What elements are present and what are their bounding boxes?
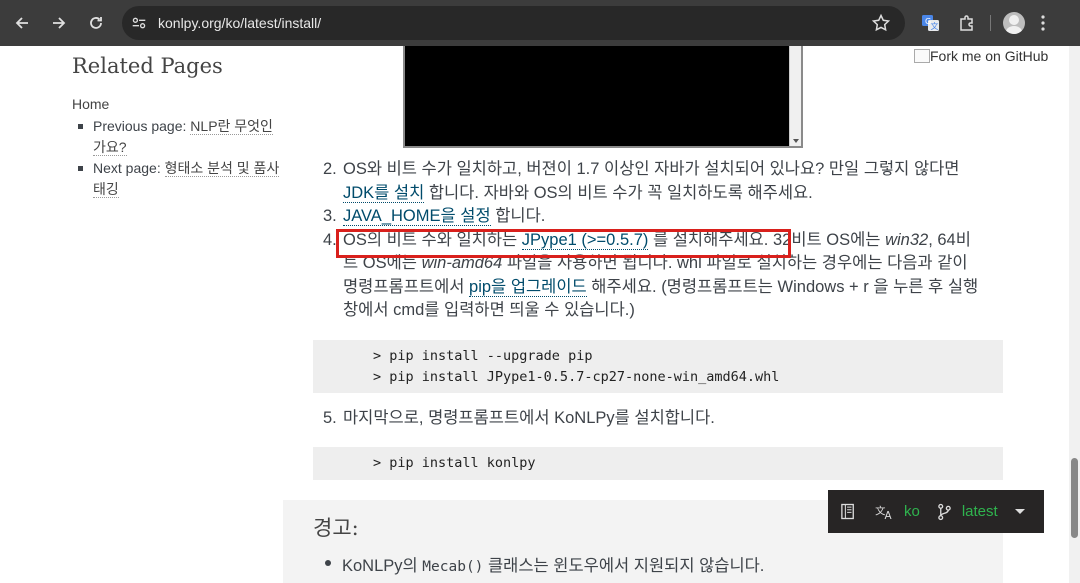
- next-page-label: Next page:: [93, 160, 165, 176]
- arrow-left-icon: [15, 17, 28, 29]
- step-2-text-a: OS와 비트 수가 일치하고, 버젼이 1.7 이상인 자바가 설치되어 있나요…: [343, 160, 960, 178]
- terminal-screenshot: [403, 46, 803, 148]
- arrow-right-icon: [53, 17, 66, 29]
- step-number: 4.: [323, 230, 337, 249]
- step-4-text-a: OS의 비트 수와 일치하는: [343, 230, 522, 249]
- fork-me-on-github-ribbon[interactable]: Fork me on GitHub: [914, 48, 1048, 64]
- reload-button[interactable]: [78, 5, 114, 41]
- step-number: 5.: [323, 409, 337, 427]
- readthedocs-flyout[interactable]: 文A ko latest: [828, 490, 1044, 533]
- sidebar: Related Pages Home Previous page: NLP란 무…: [72, 46, 282, 200]
- step-5-text: 마지막으로, 명령프롬프트에서 KoNLPy를 설치합니다.: [343, 409, 715, 427]
- kebab-menu-icon: [1041, 15, 1045, 31]
- step-text: OS와 비트 수가 일치하고, 버젼이 1.7 이상인 자바가 설치되어 있나요…: [343, 158, 983, 205]
- reload-icon: [90, 17, 102, 29]
- translate-extension-icon[interactable]: G文: [916, 8, 946, 38]
- book-icon: [840, 503, 856, 520]
- mecab-code: Mecab(): [422, 559, 484, 575]
- home-link[interactable]: Home: [72, 96, 282, 112]
- svg-text:文: 文: [931, 21, 939, 31]
- step-3: 3. JAVA_HOME을 설정 합니다.: [323, 205, 983, 229]
- extensions-puzzle-icon[interactable]: [952, 8, 982, 38]
- java-home-link[interactable]: JAVA_HOME을 설정: [343, 207, 491, 226]
- install-jdk-link[interactable]: JDK를 설치: [343, 183, 425, 203]
- forward-button[interactable]: [41, 5, 77, 41]
- step-2-text-b: 합니다. 자바와 OS의 비트 수가 꼭 일치하도록 해주세요.: [424, 183, 813, 202]
- win-amd64-text: win-amd64: [421, 254, 503, 272]
- address-bar[interactable]: konlpy.org/ko/latest/install/: [122, 6, 905, 40]
- bookmark-star-icon[interactable]: [871, 13, 891, 33]
- page-scrollbar[interactable]: [1069, 46, 1080, 583]
- list-item: Previous page: NLP란 무엇인가요?: [72, 116, 282, 158]
- svg-text:A: A: [884, 510, 892, 520]
- language-label[interactable]: ko: [904, 503, 920, 520]
- install-steps: 2. OS와 비트 수가 일치하고, 버젼이 1.7 이상인 자바가 설치되어 …: [323, 158, 983, 323]
- warning-item: KoNLPy의 Mecab() 클래스는 윈도우에서 지원되지 않습니다.: [325, 552, 764, 576]
- profile-avatar[interactable]: [1003, 12, 1025, 34]
- toolbar-separator: [990, 15, 991, 31]
- browser-toolbar: konlpy.org/ko/latest/install/ G文: [0, 0, 1080, 46]
- code-block-pip: > pip install --upgrade pip > pip instal…: [313, 340, 1003, 393]
- previous-page-label: Previous page:: [93, 118, 191, 134]
- step-3-text: 합니다.: [490, 207, 546, 225]
- warning-text-b: 클래스는 윈도우에서 지원되지 않습니다.: [483, 557, 765, 575]
- translate-icon: 文A: [874, 503, 896, 520]
- fork-alt-text: Fork me on GitHub: [930, 48, 1049, 64]
- version-label[interactable]: latest: [962, 503, 998, 520]
- site-settings-icon[interactable]: [128, 12, 150, 34]
- step-text: JAVA_HOME을 설정 합니다.: [343, 205, 983, 229]
- step-4-text-b: 를 설치해주세요. 32비트 OS에는: [648, 230, 886, 249]
- broken-image-icon: [914, 49, 930, 63]
- step-text: OS의 비트 수와 일치하는 JPype1 (>=0.5.7) 를 설치해주세요…: [343, 229, 983, 323]
- caret-down-icon[interactable]: [1014, 508, 1026, 516]
- terminal-scrollbar: [789, 46, 801, 146]
- step-5: 5. 마지막으로, 명령프롬프트에서 KoNLPy를 설치합니다.: [323, 407, 983, 431]
- chrome-menu-button[interactable]: [1033, 8, 1053, 38]
- page-content: Related Pages Home Previous page: NLP란 무…: [0, 46, 1080, 583]
- related-pages-list: Previous page: NLP란 무엇인가요? Next page: 형태…: [72, 116, 282, 200]
- step-2: 2. OS와 비트 수가 일치하고, 버젼이 1.7 이상인 자바가 설치되어 …: [323, 158, 983, 205]
- list-item: Next page: 형태소 분석 및 품사 태깅: [72, 158, 282, 200]
- back-button[interactable]: [4, 5, 40, 41]
- warning-title: 경고:: [313, 516, 359, 540]
- related-pages-title: Related Pages: [72, 54, 223, 78]
- step-number: 3.: [323, 207, 337, 225]
- win32-text: win32: [885, 230, 929, 249]
- git-branch-icon: [936, 503, 954, 521]
- url-text[interactable]: konlpy.org/ko/latest/install/: [158, 15, 321, 31]
- step-number: 2.: [323, 160, 337, 178]
- warning-text-a: KoNLPy의: [342, 557, 423, 575]
- install-step-5: 5. 마지막으로, 명령프롬프트에서 KoNLPy를 설치합니다.: [323, 407, 983, 431]
- code-block-konlpy: > pip install konlpy: [313, 447, 1003, 480]
- step-4: 4. OS의 비트 수와 일치하는 JPype1 (>=0.5.7) 를 설치해…: [323, 229, 983, 323]
- jpype-link[interactable]: JPype1 (>=0.5.7): [521, 230, 649, 250]
- scrollbar-thumb[interactable]: [1071, 458, 1078, 538]
- upgrade-pip-link[interactable]: pip을 업그레이드: [469, 277, 587, 297]
